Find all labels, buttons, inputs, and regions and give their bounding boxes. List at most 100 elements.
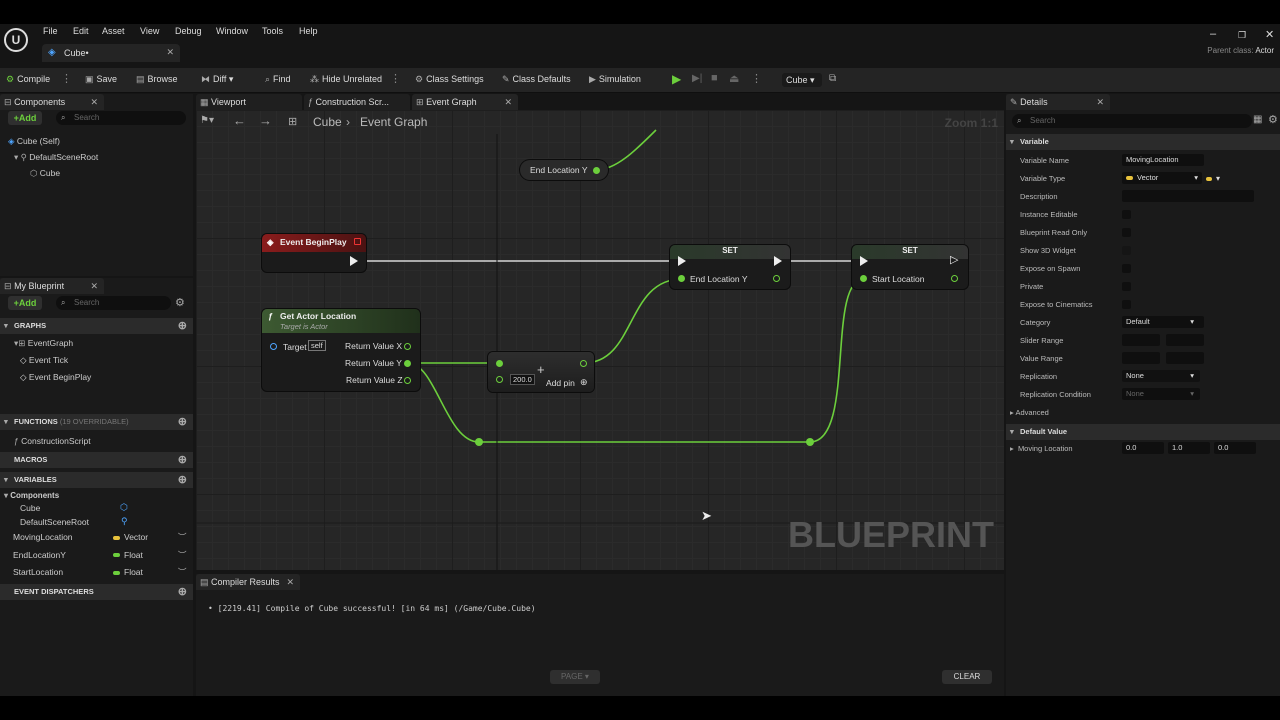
debug-object-select[interactable]: Cube ▾ [782,73,822,87]
my-blueprint-tab[interactable]: ⊟ My Blueprint ✕ [0,278,104,294]
variable-item[interactable]: StartLocation [13,567,63,577]
menu-tools[interactable]: Tools [262,26,283,36]
tab-event-graph[interactable]: ⊞ Event Graph ✕ [412,94,518,110]
minimize-icon[interactable]: – [1210,28,1216,40]
find-button[interactable]: ⌕ Find [265,74,291,85]
menu-edit[interactable]: Edit [73,26,89,36]
expose-on-spawn-checkbox[interactable] [1122,264,1131,273]
hide-unrelated-button[interactable]: ⁂ Hide Unrelated [310,74,382,85]
components-search-input[interactable]: ⌕ Search [56,111,186,125]
unreal-logo-icon[interactable]: U [4,28,28,52]
event-dispatchers-section[interactable]: EVENT DISPATCHERS ⊕ [0,584,193,600]
variable-item[interactable]: MovingLocation [13,532,73,542]
debug-filter-icon[interactable]: ⧉ [829,73,836,84]
return-x-pin[interactable] [404,343,411,350]
end-location-input-pin[interactable] [678,275,685,282]
self-value[interactable]: self [308,340,326,351]
details-tab[interactable]: ✎ Details ✕ [1006,94,1110,110]
variables-section[interactable]: ▾ VARIABLES ⊕ [0,472,193,488]
variable-item-cube[interactable]: Cube [20,503,40,513]
moving-location-row[interactable]: ▸ Moving Location [1010,444,1073,453]
moving-location-x-field[interactable]: 0.0 [1122,442,1164,454]
details-default-value-section[interactable]: ▾ Default Value [1006,424,1280,440]
maximize-icon[interactable]: ❐ [1238,30,1246,41]
variable-type-select[interactable]: Vector ▾ [1122,172,1202,184]
page-button[interactable]: PAGE ▾ [550,670,600,684]
graph-item-eventgraph[interactable]: ▾⊞ EventGraph [14,338,73,349]
visibility-eye-icon[interactable]: ︶ [178,531,187,543]
add-dispatcher-icon[interactable]: ⊕ [178,584,187,600]
window-close-icon[interactable]: ✕ [1265,28,1274,41]
float-output-pin[interactable] [593,167,600,174]
menu-debug[interactable]: Debug [175,26,202,36]
close-icon[interactable]: ✕ [90,94,98,110]
add-input-b-pin[interactable] [496,376,503,383]
close-icon[interactable]: ✕ [166,47,174,58]
menu-asset[interactable]: Asset [102,26,125,36]
reroute-node[interactable] [806,438,814,446]
menu-help[interactable]: Help [299,26,318,36]
parent-class-value[interactable]: Actor [1255,46,1274,55]
tree-item-default-scene-root[interactable]: ▾ ⚲ DefaultSceneRoot [14,152,98,163]
add-pin-button[interactable]: Add pin [546,378,575,388]
add-component-button[interactable]: +Add [8,111,42,125]
document-tab-cube[interactable]: ◈ Cube• ✕ [42,44,180,62]
node-event-beginplay[interactable]: ◈ Event BeginPlay [262,234,366,272]
simulation-button[interactable]: ▶ Simulation [589,74,641,85]
graph-item-event-tick[interactable]: ◇ Event Tick [20,355,68,366]
details-search-input[interactable]: ⌕ Search [1012,114,1252,128]
more-options-icon[interactable]: ⋮ [390,72,401,85]
variable-item[interactable]: EndLocationY [13,550,66,560]
add-variable-icon[interactable]: ⊕ [178,472,187,488]
exec-input-pin[interactable] [678,256,686,266]
exec-output-pin[interactable] [350,256,358,266]
start-location-input-pin[interactable] [860,275,867,282]
my-blueprint-search-input[interactable]: ⌕ Search [56,296,171,310]
function-item-constructionscript[interactable]: ƒ ConstructionScript [14,436,91,446]
blueprint-read-only-checkbox[interactable] [1122,228,1131,237]
slider-range-max-field[interactable] [1166,334,1204,346]
tab-viewport[interactable]: ▦ Viewport [196,94,302,110]
components-var-group[interactable]: ▾ Components [4,491,59,500]
node-set-end-location[interactable]: SET End Location Y [670,245,790,289]
macros-section[interactable]: MACROS ⊕ [0,452,193,468]
visibility-eye-icon[interactable]: ︶ [178,566,187,578]
return-z-pin[interactable] [404,377,411,384]
table-view-icon[interactable]: ▦ [1253,114,1262,125]
functions-section[interactable]: ▾ FUNCTIONS (19 OVERRIDABLE) ⊕ [0,414,193,430]
replication-select[interactable]: None ▾ [1122,370,1200,382]
moving-location-z-field[interactable]: 0.0 [1214,442,1256,454]
step-icon[interactable]: ▶| [692,73,702,84]
menu-view[interactable]: View [140,26,159,36]
set-output-pin[interactable] [951,275,958,282]
menu-file[interactable]: File [43,26,58,36]
reroute-node[interactable] [475,438,483,446]
add-function-icon[interactable]: ⊕ [178,414,187,430]
menu-window[interactable]: Window [216,26,248,36]
class-settings-button[interactable]: ⚙ Class Settings [415,74,484,85]
play-options-icon[interactable]: ⋮ [751,72,762,85]
tree-item-cube[interactable]: ⬡ Cube [30,168,60,179]
event-graph-canvas[interactable]: ⚑▾ ← → ⊞ Cube › Event Graph Zoom 1:1 End… [196,110,1004,570]
stop-icon[interactable]: ■ [711,72,718,84]
variable-item-defaultsceneroot[interactable]: DefaultSceneRoot [20,517,89,527]
tree-item-cube-self[interactable]: ◈ Cube (Self) [8,136,60,147]
details-variable-section[interactable]: ▾ Variable [1006,134,1280,150]
gear-icon[interactable]: ⚙ [175,296,185,309]
close-icon[interactable]: ✕ [286,574,294,590]
save-button[interactable]: ▣ Save [85,74,117,85]
value-range-min-field[interactable] [1122,352,1160,364]
graphs-section[interactable]: ▾ GRAPHS ⊕ [0,318,193,334]
gear-icon[interactable]: ⚙ [1268,113,1278,126]
replication-condition-select[interactable]: None ▾ [1122,388,1200,400]
value-range-max-field[interactable] [1166,352,1204,364]
show-3d-widget-checkbox[interactable] [1122,246,1131,255]
category-select[interactable]: Default ▾ [1122,316,1204,328]
moving-location-y-field[interactable]: 1.0 [1168,442,1210,454]
close-icon[interactable]: ✕ [504,94,512,110]
close-icon[interactable]: ✕ [1096,94,1104,110]
set-output-pin[interactable] [773,275,780,282]
tab-construction-script[interactable]: ƒ Construction Scr... [304,94,410,110]
exec-output-pin[interactable] [774,256,782,266]
add-pin-icon[interactable]: ⊕ [580,377,588,388]
